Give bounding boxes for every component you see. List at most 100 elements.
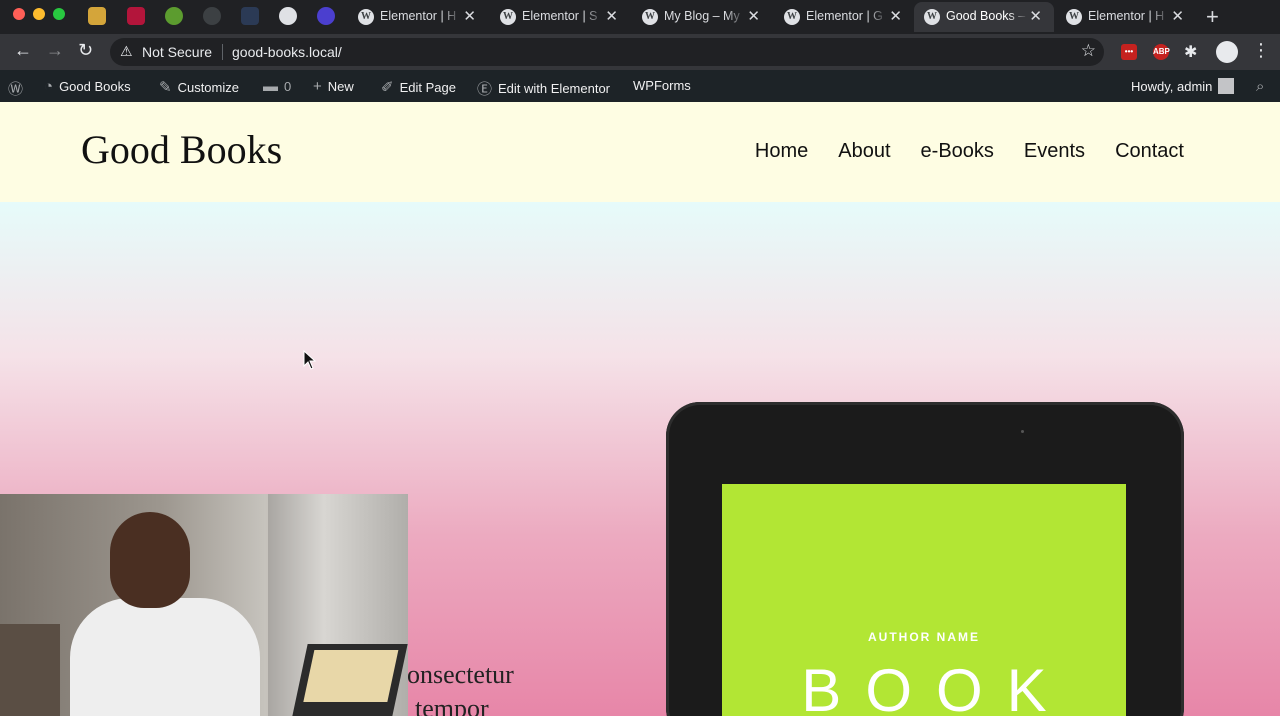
pinned-tab-icon[interactable] <box>88 7 106 25</box>
reload-icon[interactable]: ↻ <box>78 40 93 61</box>
tablet-mockup-image: AUTHOR NAME BOOK <box>666 402 1184 716</box>
wordpress-icon: W <box>924 9 940 25</box>
warning-icon[interactable]: ⚠ <box>120 43 133 60</box>
close-tab-icon[interactable]: ✕ <box>747 7 760 25</box>
site-header: Good Books Home About e-Books Events Con… <box>0 102 1280 202</box>
tab-title: Elementor | S <box>522 9 598 23</box>
close-window-button[interactable] <box>13 8 25 20</box>
book-title: BOOK <box>801 657 1071 716</box>
wordpress-icon: W <box>1066 9 1082 25</box>
close-tab-icon[interactable]: ✕ <box>889 7 902 25</box>
site-logo[interactable]: Good Books <box>81 126 282 173</box>
zoom-window-button[interactable] <box>53 8 65 20</box>
wpforms-label: WPForms <box>633 78 691 93</box>
pinned-tab-icon[interactable] <box>203 7 221 25</box>
admin-bar-comments[interactable]: ▬ 0 <box>263 78 291 95</box>
browser-toolbar: ← → ↻ ⚠ Not Secure good-books.local/ ☆ •… <box>0 34 1280 70</box>
browser-tab-strip: W Elementor | H ✕ W Elementor | S ✕ W My… <box>0 0 1280 34</box>
tab-title: My Blog – My <box>664 9 740 23</box>
browser-tab[interactable]: W Elementor | H ✕ <box>348 2 488 32</box>
pencil-icon: ✐ <box>381 79 394 96</box>
close-tab-icon[interactable]: ✕ <box>463 7 476 25</box>
tab-title: Elementor | H <box>380 9 457 23</box>
tab-title: Elementor | H <box>1088 9 1165 23</box>
nav-item-ebooks[interactable]: e-Books <box>921 140 994 163</box>
main-navigation: Home About e-Books Events Contact <box>755 140 1184 163</box>
wordpress-logo-icon[interactable]: Ⓦ <box>8 78 23 99</box>
pinned-tab-icon[interactable] <box>317 7 335 25</box>
elementor-icon: Ⓔ <box>477 81 493 98</box>
comment-icon: ▬ <box>263 78 278 95</box>
nav-item-events[interactable]: Events <box>1024 140 1085 163</box>
nav-item-about[interactable]: About <box>838 140 890 163</box>
security-label[interactable]: Not Secure <box>142 44 212 60</box>
webcam-background-shelf <box>0 624 60 716</box>
howdy-label: Howdy, admin <box>1131 78 1213 94</box>
hero-paragraph: onsectetur tempor <box>407 658 514 716</box>
avatar <box>1218 78 1235 94</box>
close-tab-icon[interactable]: ✕ <box>1171 7 1184 25</box>
webcam-presenter-head <box>110 512 190 608</box>
brush-icon: ✎ <box>159 79 172 96</box>
book-cover: AUTHOR NAME BOOK <box>722 484 1126 716</box>
browser-tab[interactable]: W Elementor | S ✕ <box>490 2 630 32</box>
admin-bar-my-account[interactable]: Howdy, admin <box>1131 78 1235 94</box>
admin-bar-edit-with-elementor[interactable]: Ⓔ Edit with Elementor <box>477 78 610 99</box>
nav-item-contact[interactable]: Contact <box>1115 140 1184 163</box>
admin-bar-search-icon[interactable]: ⌕ <box>1256 78 1264 95</box>
webcam-laptop-screen <box>303 650 399 702</box>
admin-bar-new[interactable]: + New <box>313 78 354 95</box>
extension-icon[interactable]: ••• <box>1121 44 1137 60</box>
wordpress-icon: Ⓦ <box>8 81 24 98</box>
wordpress-icon: W <box>358 9 374 25</box>
book-author: AUTHOR NAME <box>868 630 980 644</box>
browser-tab-active[interactable]: W Good Books – ✕ <box>914 2 1054 32</box>
close-tab-icon[interactable]: ✕ <box>605 7 618 25</box>
browser-tab[interactable]: W Elementor | G ✕ <box>774 2 914 32</box>
divider <box>222 44 223 60</box>
extensions-puzzle-icon[interactable]: ✱ <box>1184 42 1197 62</box>
site-name-label: Good Books <box>59 79 131 94</box>
new-label: New <box>327 79 354 94</box>
pinned-tab-icon[interactable] <box>241 7 259 25</box>
browser-tab[interactable]: W My Blog – My ✕ <box>632 2 772 32</box>
tab-title: Elementor | G <box>806 9 883 23</box>
admin-bar-site-name[interactable]: ◔ Good Books <box>44 78 131 95</box>
close-tab-icon[interactable]: ✕ <box>1029 7 1042 25</box>
kebab-menu-icon[interactable]: ⋮ <box>1252 40 1270 61</box>
tab-title: Good Books – <box>946 9 1026 23</box>
search-icon: ⌕ <box>1256 78 1265 95</box>
comments-count: 0 <box>284 79 292 94</box>
pinned-tab-icon[interactable] <box>165 7 183 25</box>
admin-bar-edit-page[interactable]: ✐ Edit Page <box>381 78 456 96</box>
admin-bar-wpforms[interactable]: WPForms <box>633 78 691 93</box>
bookmark-star-icon[interactable]: ☆ <box>1081 41 1096 61</box>
mouse-cursor-icon <box>303 349 317 370</box>
edit-with-elementor-label: Edit with Elementor <box>498 81 611 96</box>
plus-icon: + <box>313 78 322 95</box>
webcam-overlay <box>0 494 408 716</box>
nav-item-home[interactable]: Home <box>755 140 808 163</box>
url-text[interactable]: good-books.local/ <box>232 44 342 60</box>
browser-tab[interactable]: W Elementor | H ✕ <box>1056 2 1196 32</box>
forward-arrow-icon[interactable]: → <box>46 40 64 61</box>
profile-avatar[interactable] <box>1216 41 1238 63</box>
tablet-camera <box>1021 430 1024 433</box>
address-bar[interactable]: ⚠ Not Secure good-books.local/ ☆ <box>110 38 1104 66</box>
back-arrow-icon[interactable]: ← <box>14 40 32 61</box>
minimize-window-button[interactable] <box>33 8 45 20</box>
wordpress-icon[interactable] <box>279 7 297 25</box>
pinned-tab-icon[interactable] <box>127 7 145 25</box>
new-tab-button[interactable]: + <box>1206 4 1219 30</box>
admin-bar-customize[interactable]: ✎ Customize <box>159 78 239 96</box>
wordpress-icon: W <box>784 9 800 25</box>
adblock-icon[interactable]: ABP <box>1153 44 1170 60</box>
hero-text-line: onsectetur <box>407 660 514 689</box>
wordpress-icon: W <box>642 9 658 25</box>
webcam-presenter-body <box>70 598 260 716</box>
edit-page-label: Edit Page <box>399 79 456 95</box>
customize-label: Customize <box>177 79 239 95</box>
wordpress-icon: W <box>500 9 516 25</box>
dashboard-icon: ◔ <box>44 78 54 95</box>
hero-text-line: tempor <box>415 694 489 716</box>
